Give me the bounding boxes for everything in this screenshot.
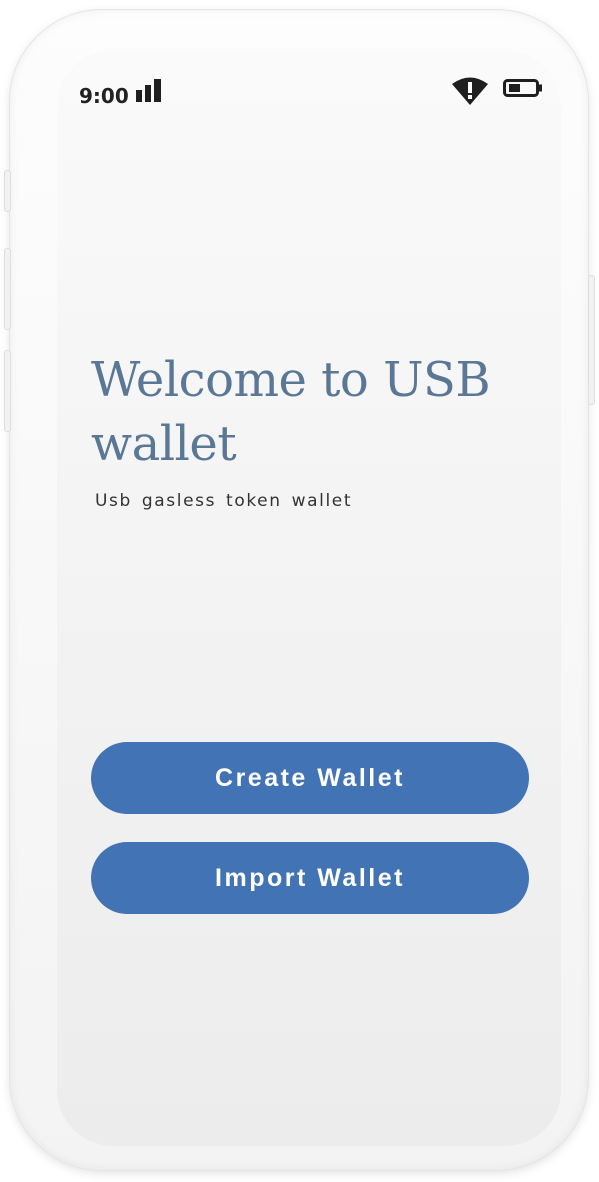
battery-icon (503, 79, 542, 97)
phone-frame: 9:00 Welcome to USB wallet Usb gasless t… (4, 10, 595, 1170)
app-screen: 9:00 Welcome to USB wallet Usb gasless t… (57, 50, 561, 1146)
volume-down-button (4, 350, 11, 432)
signal-icon (136, 79, 161, 102)
power-button (588, 275, 595, 405)
status-time: 9:00 (79, 84, 129, 108)
welcome-title: Welcome to USB wallet (91, 352, 491, 472)
wifi-warning-icon (452, 77, 488, 105)
welcome-subtitle: Usb gasless token wallet (95, 491, 353, 511)
create-wallet-button[interactable]: Create Wallet (91, 742, 529, 814)
mute-switch (4, 170, 11, 212)
import-wallet-button[interactable]: Import Wallet (91, 842, 529, 914)
volume-up-button (4, 248, 11, 330)
